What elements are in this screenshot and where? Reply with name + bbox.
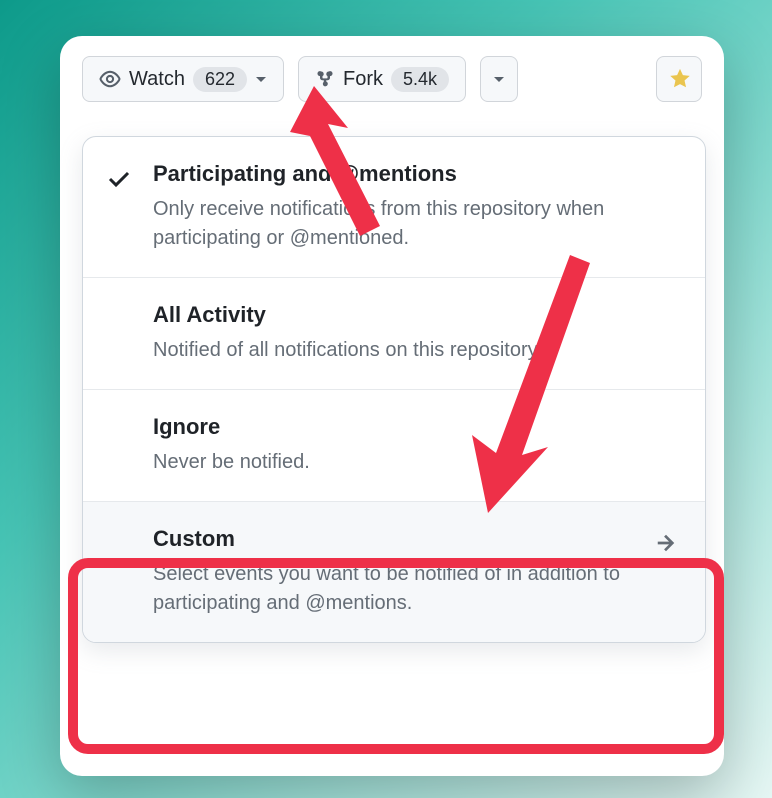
menu-item-all-activity[interactable]: All Activity Notified of all notificatio… [83,278,705,390]
star-button[interactable] [656,56,702,102]
watch-dropdown: Participating and @mentions Only receive… [82,136,706,643]
menu-title: Custom [153,526,677,552]
watch-label: Watch [129,68,185,91]
popover-card: Watch 622 Fork 5.4k [60,36,724,776]
menu-desc: Select events you want to be notified of… [153,560,677,618]
menu-title: All Activity [153,302,677,328]
fork-count: 5.4k [391,67,449,92]
menu-desc: Only receive notifications from this rep… [153,195,677,253]
menu-desc: Notified of all notifications on this re… [153,336,677,365]
star-icon [669,68,691,90]
menu-item-ignore[interactable]: Ignore Never be notified. [83,390,705,502]
repo-action-toolbar: Watch 622 Fork 5.4k [60,36,724,102]
eye-icon [99,68,121,90]
check-icon [107,167,131,191]
menu-desc: Never be notified. [153,448,677,477]
menu-item-participating[interactable]: Participating and @mentions Only receive… [83,137,705,278]
watch-count: 622 [193,67,247,92]
fork-label: Fork [343,68,383,91]
caret-down-icon [493,73,505,85]
menu-title: Participating and @mentions [153,161,677,187]
menu-item-custom[interactable]: Custom Select events you want to be noti… [83,502,705,642]
fork-button[interactable]: Fork 5.4k [298,56,466,102]
menu-title: Ignore [153,414,677,440]
arrow-right-icon [655,532,677,554]
watch-button[interactable]: Watch 622 [82,56,284,102]
fork-icon [315,69,335,89]
fork-more-button[interactable] [480,56,518,102]
caret-down-icon [255,73,267,85]
